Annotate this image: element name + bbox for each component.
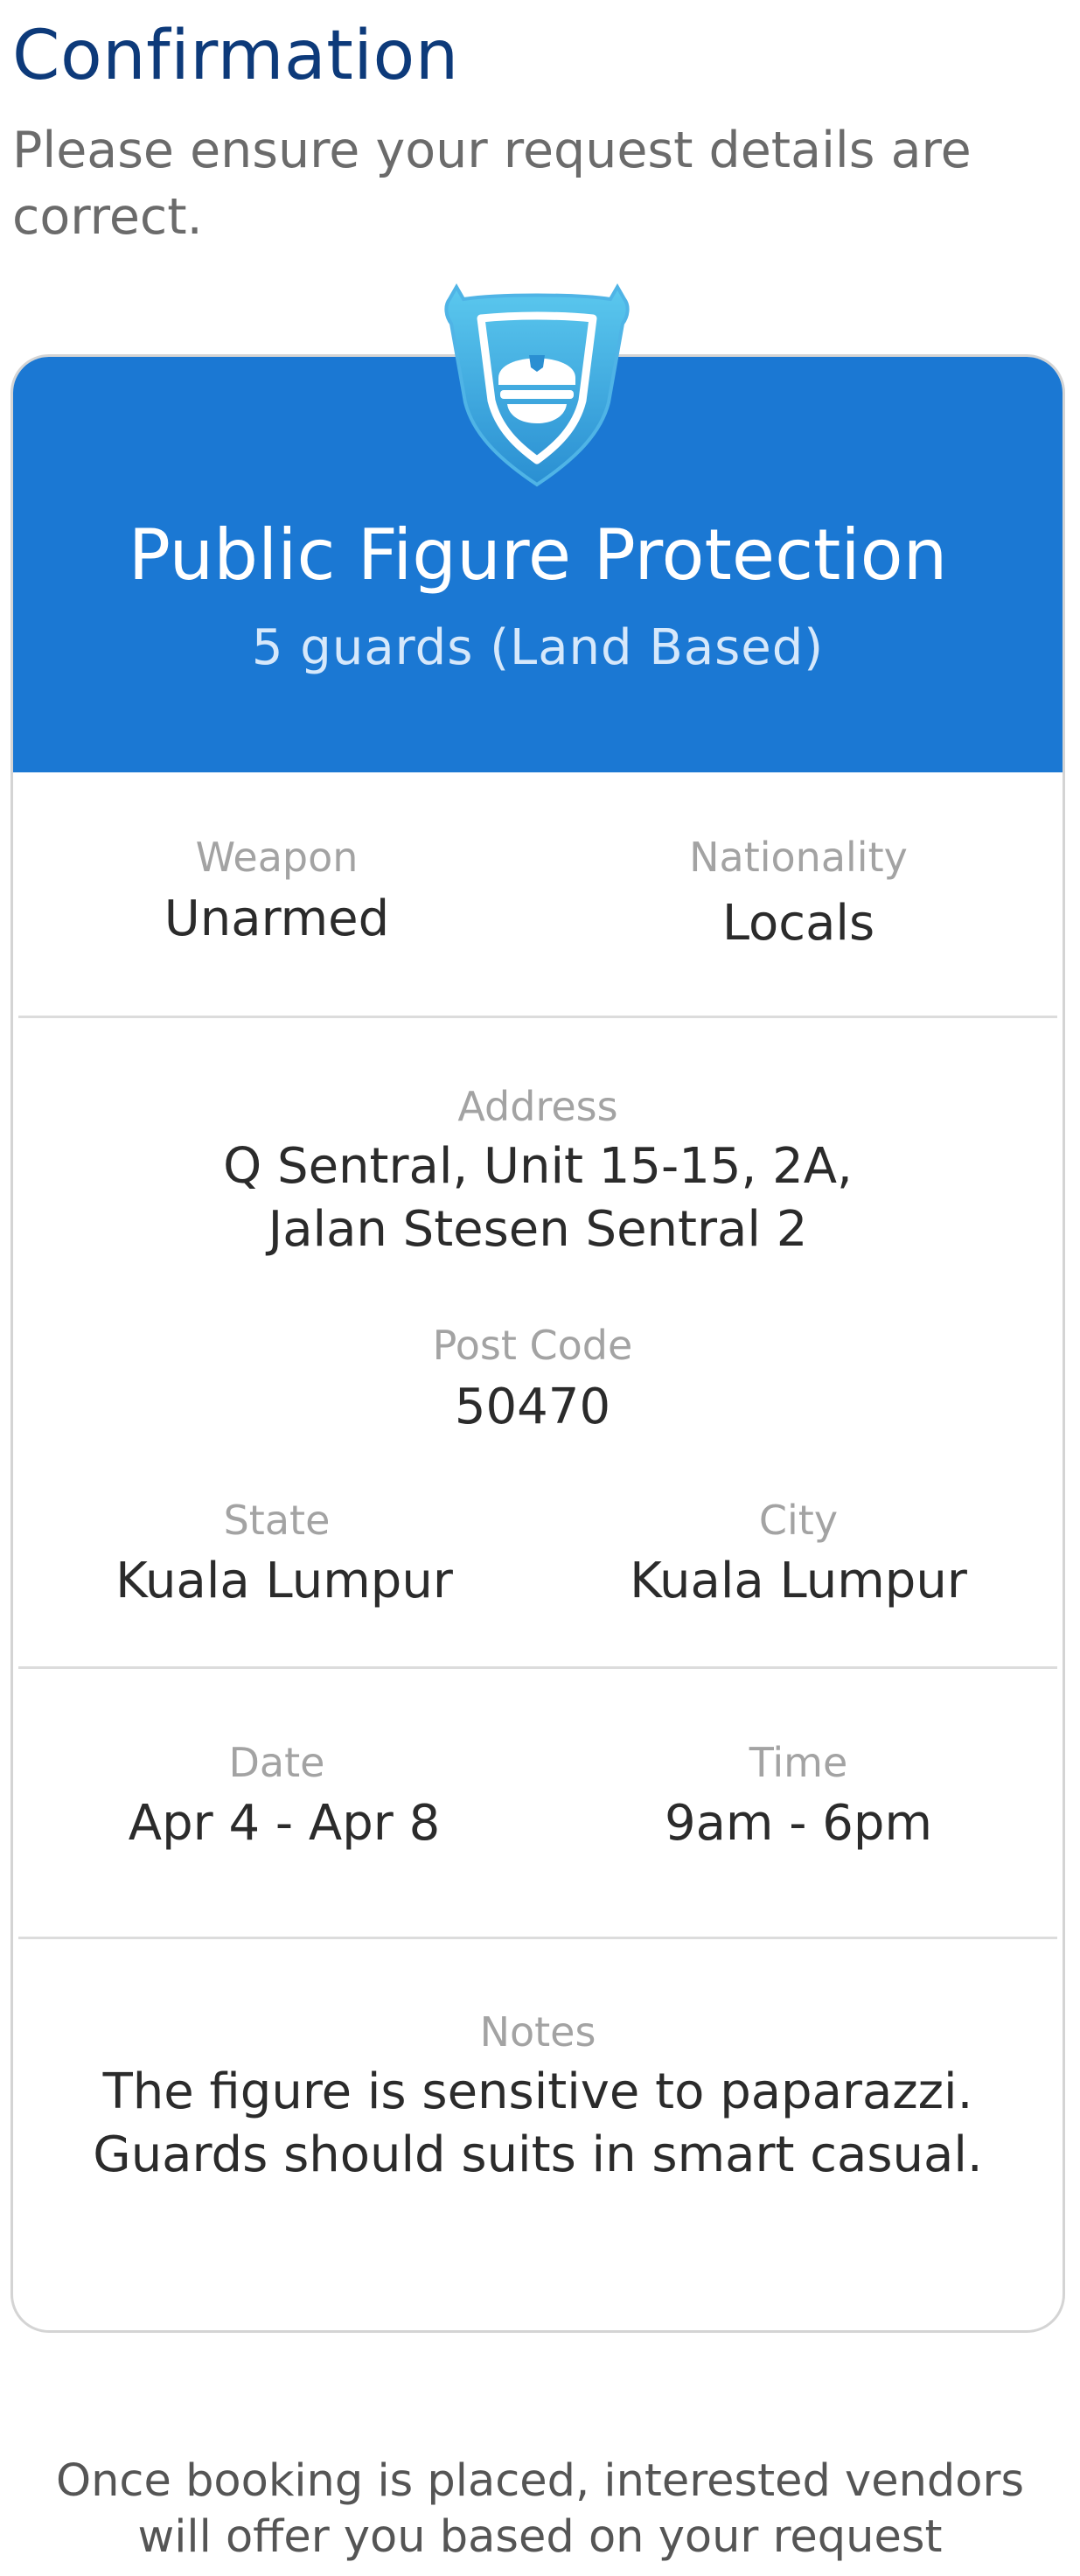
notes-label: Notes (479, 2008, 596, 2056)
weapon-label: Weapon (195, 834, 359, 881)
address-label: Address (457, 1083, 618, 1130)
nationality-label: Nationality (689, 834, 908, 881)
state-label: State (223, 1497, 331, 1544)
booking-info-line-1: Once booking is placed, interested vendo… (55, 2455, 1025, 2507)
postcode-value: 50470 (454, 1379, 611, 1435)
address-line-1: Q Sentral, Unit 15-15, 2A, (223, 1138, 853, 1195)
security-guard-badge-icon (444, 283, 630, 487)
booking-summary-card: Public Figure Protection 5 guards (Land … (10, 354, 1065, 2333)
notes-line-1: The figure is sensitive to paparazzi. (102, 2063, 973, 2120)
state-value: Kuala Lumpur (115, 1553, 453, 1609)
date-label: Date (228, 1739, 325, 1786)
section-divider (18, 1016, 1057, 1018)
notes-line-2: Guards should suits in smart casual. (93, 2126, 983, 2183)
nationality-value: Locals (721, 895, 875, 952)
postcode-label: Post Code (432, 1322, 633, 1369)
booking-info-line-2: will offer you based on your request (137, 2511, 943, 2563)
date-value: Apr 4 - Apr 8 (128, 1795, 441, 1852)
time-label: Time (749, 1739, 848, 1786)
page-title: Confirmation (12, 17, 459, 95)
city-value: Kuala Lumpur (630, 1553, 967, 1609)
time-value: 9am - 6pm (664, 1795, 933, 1852)
service-guard-count: 5 guards (Land Based) (251, 619, 825, 676)
city-label: City (758, 1497, 839, 1544)
booking-info-note: Once booking is placed, interested vendo… (0, 2454, 1080, 2566)
service-title: Public Figure Protection (128, 514, 948, 596)
page-subtitle: Please ensure your request details are c… (12, 122, 972, 246)
section-divider (18, 1937, 1057, 1939)
address-line-2: Jalan Stesen Sentral 2 (268, 1201, 808, 1258)
section-divider (18, 1666, 1057, 1669)
weapon-value: Unarmed (164, 890, 390, 947)
